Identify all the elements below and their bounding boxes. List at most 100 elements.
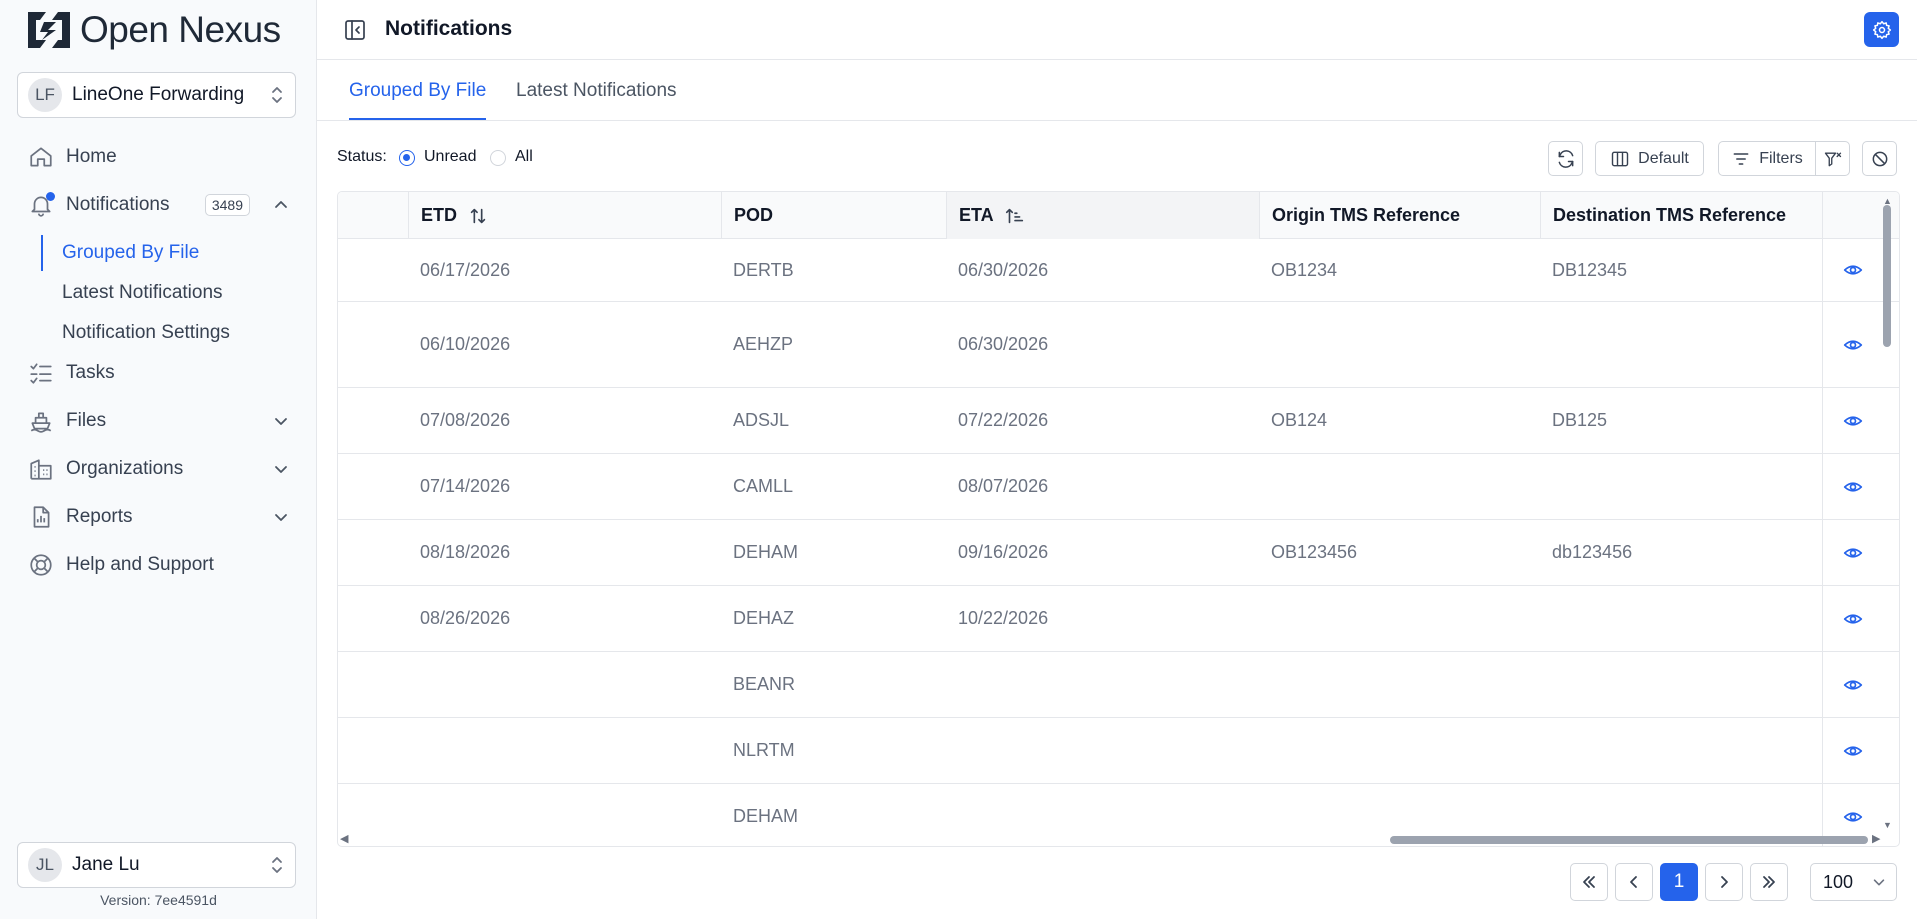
- sort-both-icon[interactable]: [467, 205, 489, 227]
- view-button[interactable]: [1840, 586, 1866, 651]
- eye-icon: [1843, 481, 1863, 492]
- status-unread-radio[interactable]: [399, 150, 415, 166]
- settings-button[interactable]: [1864, 12, 1899, 47]
- cell-pod: DEHAM: [733, 806, 799, 826]
- user-switcher[interactable]: JL Jane Lu: [17, 842, 296, 888]
- org-switcher[interactable]: LF LineOne Forwarding: [17, 72, 296, 118]
- status-all-radio[interactable]: [490, 150, 506, 166]
- cell-pod: DEHAZ: [733, 608, 795, 628]
- sidebar-item-reports[interactable]: Reports: [28, 502, 290, 532]
- view-button[interactable]: [1840, 652, 1866, 717]
- sort-ascending-icon[interactable]: [1004, 205, 1026, 227]
- cell-origin-tms: [1259, 454, 1540, 519]
- column-header-label: ETA: [959, 205, 994, 225]
- notifications-table: ETD POD ETA Origin TMS Reference Destina…: [337, 191, 1900, 847]
- table-row[interactable]: BEANR: [338, 652, 1899, 718]
- table-row[interactable]: 06/10/2026 AEHZP 06/30/2026: [338, 302, 1899, 388]
- columns-icon: [1611, 151, 1629, 166]
- table-row[interactable]: 08/18/2026 DEHAM 09/16/2026 OB123456 db12345…: [338, 520, 1899, 586]
- view-button[interactable]: [1840, 520, 1866, 585]
- table-row[interactable]: NLRTM: [338, 718, 1899, 784]
- cell-destination-tms: [1540, 718, 1822, 783]
- scroll-down-arrow[interactable]: ▼: [1883, 820, 1892, 830]
- page-button-current[interactable]: 1: [1660, 863, 1698, 901]
- disable-button[interactable]: [1862, 141, 1897, 176]
- filters-button[interactable]: Filters: [1718, 141, 1816, 176]
- refresh-button[interactable]: [1548, 141, 1583, 176]
- sidebar-item-organizations[interactable]: Organizations: [28, 454, 290, 484]
- cell-etd: 08/18/2026: [420, 542, 511, 562]
- cell-eta: 07/22/2026: [958, 410, 1049, 430]
- scroll-left-arrow[interactable]: ◀: [340, 832, 348, 845]
- scroll-right-arrow[interactable]: ▶: [1872, 832, 1880, 845]
- cell-eta: 08/07/2026: [958, 476, 1049, 496]
- sidebar-collapse-icon[interactable]: [343, 18, 367, 42]
- view-button[interactable]: [1840, 239, 1866, 301]
- cell-etd: [408, 652, 721, 717]
- sidebar-item-notifications[interactable]: Notifications 3489: [28, 190, 290, 220]
- sidebar-item-files[interactable]: Files: [28, 406, 290, 436]
- tasks-icon: [30, 363, 52, 384]
- column-header-origin-tms[interactable]: Origin TMS Reference: [1259, 192, 1540, 239]
- cell-pod: NLRTM: [733, 740, 795, 760]
- tab-grouped-by-file[interactable]: Grouped By File: [349, 80, 487, 120]
- eye-icon: [1843, 613, 1863, 624]
- sidebar-item-home[interactable]: Home: [28, 142, 290, 172]
- view-button[interactable]: [1840, 718, 1866, 783]
- next-page-button[interactable]: [1705, 863, 1743, 901]
- cell-eta: 10/22/2026: [958, 608, 1049, 628]
- cell-origin-tms: OB123456: [1271, 542, 1358, 562]
- column-header-label: ETD: [421, 205, 457, 225]
- table-row[interactable]: 06/17/2026 DERTB 06/30/2026 OB1234 DB12345: [338, 239, 1899, 302]
- chevron-down-icon[interactable]: [272, 460, 290, 478]
- table-row[interactable]: 07/14/2026 CAMLL 08/07/2026: [338, 454, 1899, 520]
- cell-etd: 07/08/2026: [420, 410, 511, 430]
- cell-eta: 09/16/2026: [958, 542, 1049, 562]
- column-header-pod[interactable]: POD: [721, 192, 946, 239]
- table-row[interactable]: 08/26/2026 DEHAZ 10/22/2026: [338, 586, 1899, 652]
- chevron-down-icon[interactable]: [272, 508, 290, 526]
- sidebar-item-label: Reports: [66, 506, 133, 527]
- sidebar-item-label: Organizations: [66, 458, 184, 479]
- cell-destination-tms: [1540, 652, 1822, 717]
- cell-eta: 06/30/2026: [958, 334, 1049, 354]
- cell-destination-tms: DB12345: [1552, 259, 1628, 280]
- sidebar-subitem-grouped-by-file[interactable]: Grouped By File: [62, 240, 199, 266]
- notification-count-badge: 3489: [204, 194, 250, 216]
- org-name: LineOne Forwarding: [72, 84, 245, 105]
- sidebar-subitem-notification-settings[interactable]: Notification Settings: [62, 320, 230, 346]
- sidebar-item-help[interactable]: Help and Support: [28, 550, 290, 580]
- unread-dot: [46, 192, 55, 201]
- logo[interactable]: Open Nexus: [26, 9, 281, 50]
- view-button[interactable]: [1840, 454, 1866, 519]
- column-preset-button[interactable]: Default: [1595, 141, 1704, 176]
- chevron-up-icon[interactable]: [272, 196, 290, 214]
- status-all-label[interactable]: All: [515, 148, 533, 166]
- clear-filters-button[interactable]: [1815, 141, 1850, 176]
- column-header-etd[interactable]: ETD: [408, 192, 721, 239]
- first-page-button[interactable]: [1570, 863, 1608, 901]
- sidebar-item-tasks[interactable]: Tasks: [28, 358, 290, 388]
- previous-page-button[interactable]: [1615, 863, 1653, 901]
- chevron-down-icon[interactable]: [272, 412, 290, 430]
- sidebar-item-label: Help and Support: [66, 554, 214, 575]
- horizontal-scrollbar[interactable]: [1390, 836, 1868, 844]
- table-row[interactable]: 07/08/2026 ADSJL 07/22/2026 OB124 DB125: [338, 388, 1899, 454]
- chevron-right-icon: [1721, 876, 1728, 888]
- last-page-button[interactable]: [1750, 863, 1788, 901]
- sidebar-subitem-latest-notifications[interactable]: Latest Notifications: [62, 280, 223, 306]
- cell-destination-tms: db123456: [1552, 542, 1633, 562]
- user-avatar: JL: [28, 848, 62, 882]
- eye-icon: [1843, 415, 1863, 426]
- view-button[interactable]: [1840, 302, 1866, 387]
- page-size-select[interactable]: 100: [1810, 863, 1897, 901]
- cell-eta: 06/30/2026: [958, 259, 1049, 280]
- vertical-scrollbar[interactable]: [1883, 205, 1891, 347]
- tab-latest-notifications[interactable]: Latest Notifications: [516, 80, 677, 120]
- column-header-destination-tms[interactable]: Destination TMS Reference: [1540, 192, 1822, 239]
- column-header-eta[interactable]: ETA: [946, 192, 1259, 239]
- view-button[interactable]: [1840, 388, 1866, 453]
- cell-eta: [946, 652, 1259, 717]
- cell-destination-tms: [1540, 454, 1822, 519]
- status-unread-label[interactable]: Unread: [424, 148, 476, 166]
